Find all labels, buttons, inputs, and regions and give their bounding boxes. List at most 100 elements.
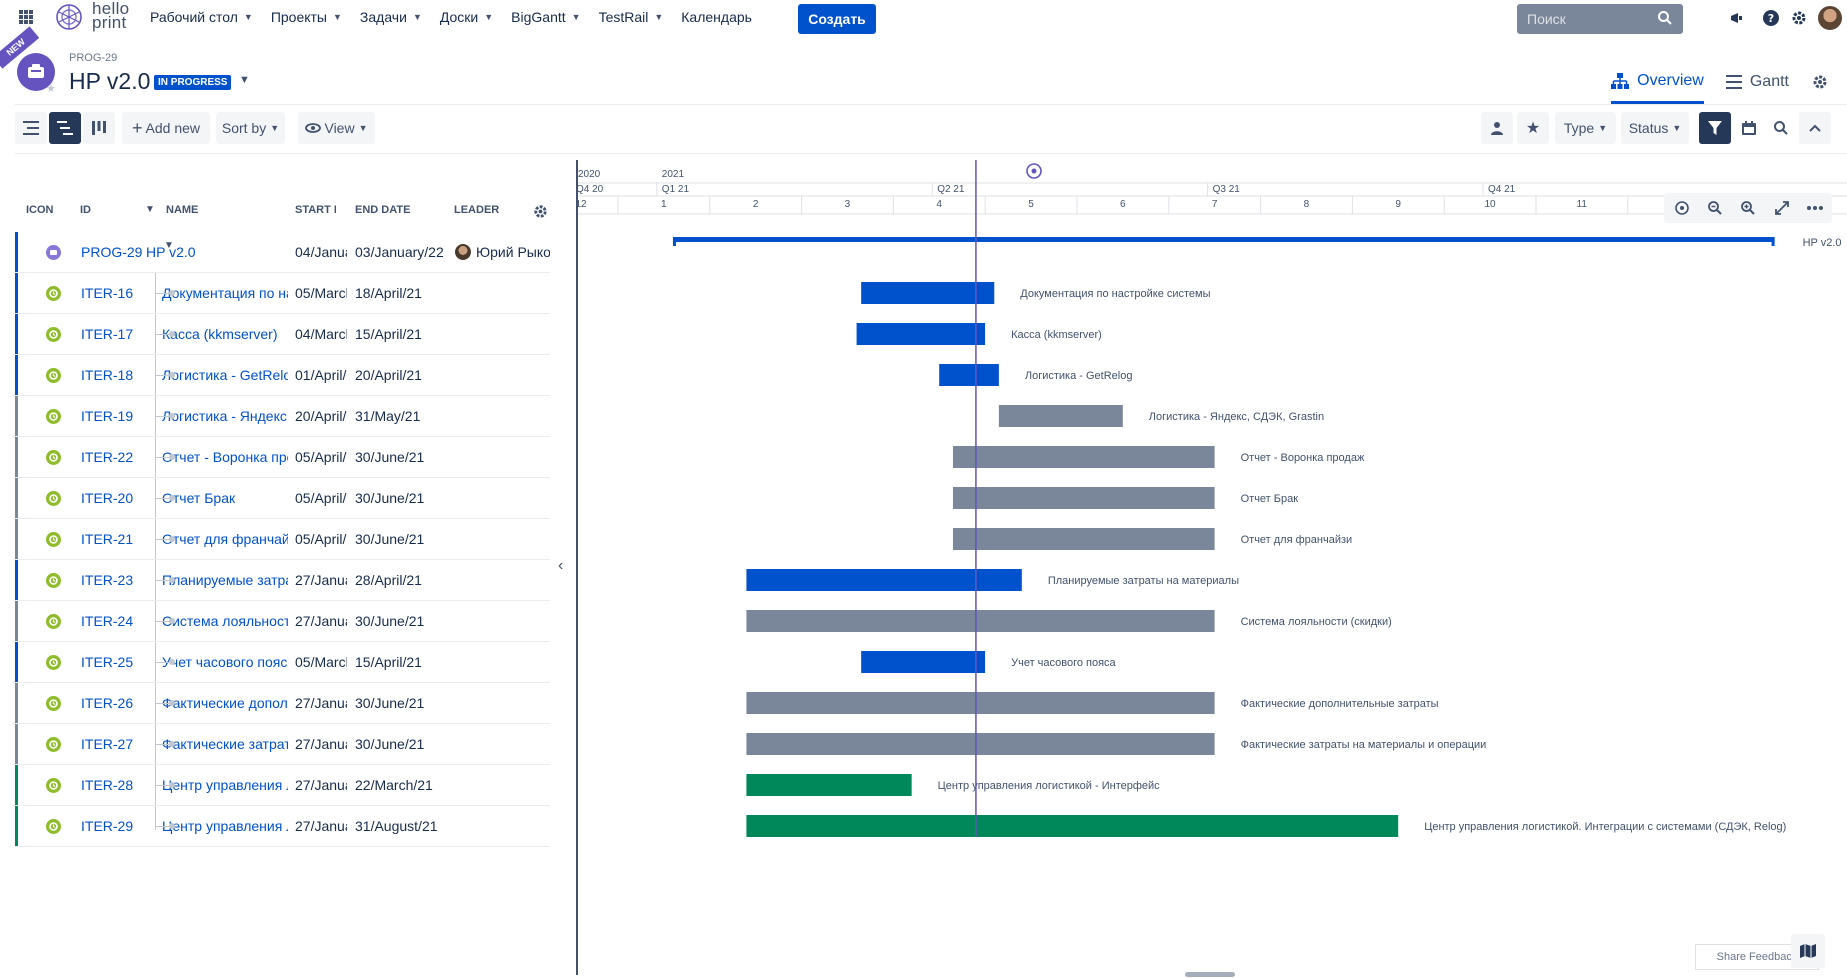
zoom-in-icon[interactable] <box>1734 194 1762 222</box>
gantt-task-bar[interactable] <box>746 692 1215 714</box>
col-header-id[interactable]: ID <box>80 204 120 216</box>
row-start-date[interactable]: 05/April/21 <box>295 490 347 506</box>
row-id-link[interactable]: ITER-22 <box>81 449 133 465</box>
row-id-link[interactable]: ITER-21 <box>81 531 133 547</box>
gantt-task-bar[interactable] <box>952 446 1215 468</box>
gantt-task-bar[interactable] <box>998 405 1123 427</box>
row-name-link[interactable]: Логистика - Яндекс, СДЭК, Grastin <box>162 408 288 424</box>
table-row[interactable]: ITER-26 Фактические дополнительные затрат… <box>15 683 550 724</box>
row-end-date[interactable]: 30/June/21 <box>355 695 443 711</box>
project-key[interactable]: PROG-29 <box>69 52 117 64</box>
gantt-view-button[interactable] <box>49 112 81 144</box>
row-id-link[interactable]: ITER-20 <box>81 490 133 506</box>
filter-button[interactable] <box>1699 112 1731 144</box>
row-start-date[interactable]: 27/January/21 <box>295 736 347 752</box>
row-id-link[interactable]: PROG-29 <box>81 244 142 260</box>
row-end-date[interactable]: 22/March/21 <box>355 777 443 793</box>
status-badge[interactable]: IN PROGRESS <box>154 75 232 90</box>
row-end-date[interactable]: 31/May/21 <box>355 408 443 424</box>
col-header-leader[interactable]: LEADER <box>454 204 514 216</box>
status-chevron-down-icon[interactable]: ▼ <box>239 74 250 86</box>
row-end-date[interactable]: 30/June/21 <box>355 449 443 465</box>
row-name-link[interactable]: Отчет для франчайзи <box>162 531 288 547</box>
row-name-link[interactable]: Документация по настройке системы <box>162 285 288 301</box>
gantt-task-bar[interactable] <box>746 569 1022 591</box>
gantt-task-bar[interactable] <box>952 528 1215 550</box>
row-name-link[interactable]: Центр управления логистикой. Интеграции … <box>162 818 288 834</box>
row-id-link[interactable]: ITER-19 <box>81 408 133 424</box>
status-filter-button[interactable]: Status ▼ <box>1621 112 1689 144</box>
favorites-filter-button[interactable]: ★ <box>1517 112 1549 144</box>
col-header-start-date[interactable]: START DATE <box>295 204 336 216</box>
more-options-icon[interactable] <box>1801 194 1829 222</box>
row-name-link[interactable]: Учет часового пояса <box>162 654 288 670</box>
row-end-date[interactable]: 15/April/21 <box>355 326 443 342</box>
zoom-out-icon[interactable] <box>1701 194 1729 222</box>
resize-handle[interactable] <box>1185 972 1235 977</box>
type-filter-button[interactable]: Type ▼ <box>1555 112 1616 144</box>
chevron-down-icon[interactable]: ▼ <box>145 204 155 215</box>
row-start-date[interactable]: 05/March/21 <box>295 654 347 670</box>
tree-view-button[interactable] <box>15 112 47 144</box>
col-header-end-date[interactable]: END DATE <box>355 204 435 216</box>
gantt-task-bar[interactable] <box>861 651 986 673</box>
search-icon[interactable] <box>1657 10 1673 26</box>
settings-icon[interactable] <box>1789 8 1809 28</box>
row-id-link[interactable]: ITER-16 <box>81 285 133 301</box>
logo-icon[interactable] <box>54 2 84 32</box>
table-row[interactable]: ITER-25 Учет часового пояса 05/March/21 15/… <box>15 642 550 683</box>
row-start-date[interactable]: 04/January/21 <box>295 244 347 260</box>
col-header-name[interactable]: NAME <box>166 204 226 216</box>
table-row[interactable]: ITER-23 Планируемые затраты на материалы 2… <box>15 560 550 601</box>
row-end-date[interactable]: 20/April/21 <box>355 367 443 383</box>
row-id-link[interactable]: ITER-18 <box>81 367 133 383</box>
row-leader[interactable]: Юрий Рыков <box>455 244 550 260</box>
row-id-link[interactable]: ITER-25 <box>81 654 133 670</box>
nav-item-4[interactable]: BigGantt ▼ <box>511 9 580 25</box>
calendar-button[interactable] <box>1733 112 1765 144</box>
gantt-summary-bar[interactable] <box>672 237 1775 242</box>
fullscreen-icon[interactable] <box>1768 194 1796 222</box>
nav-item-1[interactable]: Проекты ▼ <box>271 9 342 25</box>
row-end-date[interactable]: 30/June/21 <box>355 736 443 752</box>
row-start-date[interactable]: 01/April/21 <box>295 367 347 383</box>
row-end-date[interactable]: 31/August/21 <box>355 818 443 834</box>
collapse-header-button[interactable] <box>1799 112 1831 144</box>
row-id-link[interactable]: ITER-17 <box>81 326 133 342</box>
table-row[interactable]: ITER-18 Логистика - GetRelog 01/April/21 20… <box>15 355 550 396</box>
nav-item-2[interactable]: Задачи ▼ <box>360 9 422 25</box>
nav-item-5[interactable]: TestRail ▼ <box>599 9 664 25</box>
nav-item-3[interactable]: Доски ▼ <box>440 9 493 25</box>
nav-item-0[interactable]: Рабочий стол ▼ <box>150 9 253 25</box>
table-row[interactable]: ITER-27 Фактические затраты на материалы … <box>15 724 550 765</box>
row-end-date[interactable]: 03/January/22 <box>355 244 443 260</box>
row-id-link[interactable]: ITER-27 <box>81 736 133 752</box>
table-row[interactable]: ITER-22 Отчет - Воронка продаж 05/April/21… <box>15 437 550 478</box>
row-name-link[interactable]: Отчет - Воронка продаж <box>162 449 288 465</box>
row-id-link[interactable]: ITER-28 <box>81 777 133 793</box>
megaphone-icon[interactable] <box>1727 8 1747 28</box>
row-start-date[interactable]: 27/January/21 <box>295 695 347 711</box>
row-start-date[interactable]: 27/January/21 <box>295 613 347 629</box>
row-name-link[interactable]: Планируемые затраты на материалы <box>162 572 288 588</box>
help-icon[interactable]: ? <box>1761 8 1781 28</box>
global-search[interactable] <box>1517 4 1683 34</box>
assignee-filter-button[interactable] <box>1481 112 1513 144</box>
column-settings-gear-icon[interactable] <box>532 203 549 220</box>
search-input[interactable] <box>1527 11 1647 27</box>
gantt-task-bar[interactable] <box>746 815 1399 837</box>
gantt-task-bar[interactable] <box>939 364 999 386</box>
app-switcher-icon[interactable] <box>19 10 33 24</box>
col-header-icon[interactable]: ICON <box>26 204 66 216</box>
nav-item-6[interactable]: Календарь <box>681 9 752 25</box>
gantt-task-bar[interactable] <box>746 610 1215 632</box>
row-start-date[interactable]: 05/April/21 <box>295 449 347 465</box>
gantt-task-bar[interactable] <box>856 323 986 345</box>
table-row[interactable]: ITER-24 Система лояльности (скидки) 27/Jan… <box>15 601 550 642</box>
tab-overview[interactable]: Overview <box>1611 60 1704 104</box>
row-name-link[interactable]: Касса (kkmserver) <box>162 326 288 342</box>
table-row[interactable]: ITER-29 Центр управления логистикой. Инте… <box>15 806 550 847</box>
table-row[interactable]: ITER-21 Отчет для франчайзи 05/April/21 30/… <box>15 519 550 560</box>
board-view-button[interactable] <box>83 112 115 144</box>
row-start-date[interactable]: 05/March/21 <box>295 285 347 301</box>
